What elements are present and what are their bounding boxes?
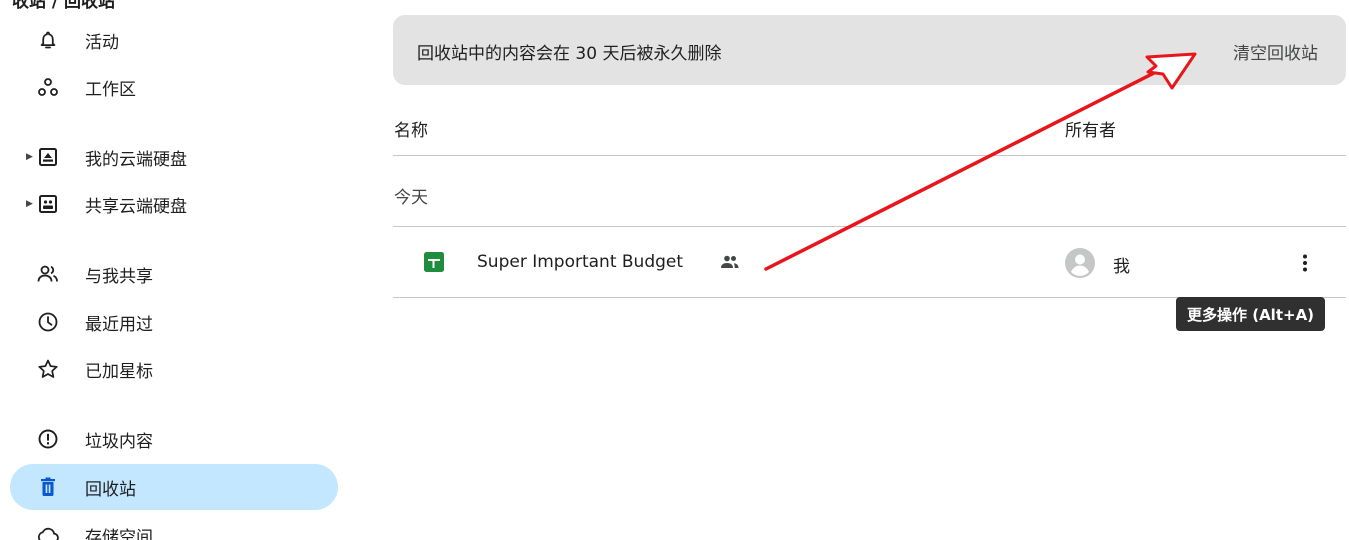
column-header-owner: 所有者 — [1065, 121, 1116, 141]
sidebar-item-label: 已加星标 — [85, 361, 153, 382]
people-icon — [36, 262, 60, 286]
sidebar-item-spam[interactable]: 垃圾内容 — [10, 416, 338, 462]
clock-icon — [36, 310, 60, 334]
sidebar-item-trash[interactable]: 回收站 — [10, 464, 338, 510]
table-row[interactable]: Super Important Budget 我 — [393, 228, 1346, 297]
my-drive-icon — [36, 145, 60, 169]
sidebar-item-my-drive[interactable]: ▶ 我的云端硬盘 — [10, 134, 338, 180]
owner-avatar — [1065, 248, 1095, 278]
shared-people-icon — [720, 254, 740, 273]
sidebar-item-label: 最近用过 — [85, 314, 153, 335]
more-actions-tooltip: 更多操作 (Alt+A) — [1176, 297, 1326, 331]
divider — [393, 226, 1346, 227]
sidebar-item-label: 我的云端硬盘 — [85, 149, 187, 170]
trash-info-banner: 回收站中的内容会在 30 天后被永久删除 清空回收站 — [393, 15, 1346, 85]
caret-right-icon[interactable]: ▶ — [26, 199, 33, 209]
bell-icon — [36, 28, 60, 52]
more-vert-icon — [1303, 254, 1307, 272]
google-sheets-icon — [424, 252, 444, 272]
sidebar-item-activity[interactable]: 活动 — [10, 17, 338, 63]
trash-icon — [36, 475, 60, 499]
divider — [393, 155, 1346, 156]
sidebar-item-label: 回收站 — [85, 479, 136, 500]
sidebar-item-recent[interactable]: 最近用过 — [10, 299, 338, 345]
shared-drives-icon — [36, 192, 60, 216]
sidebar-item-starred[interactable]: 已加星标 — [10, 346, 338, 392]
sidebar-item-shared-drives[interactable]: ▶ 共享云端硬盘 — [10, 181, 338, 227]
sidebar-item-label: 共享云端硬盘 — [85, 196, 187, 217]
file-name: Super Important Budget — [477, 252, 684, 272]
sidebar-item-label: 垃圾内容 — [85, 431, 153, 452]
workspaces-icon — [36, 75, 60, 99]
sidebar-item-shared-with-me[interactable]: 与我共享 — [10, 251, 338, 297]
owner-name: 我 — [1113, 257, 1130, 277]
sidebar-item-label: 活动 — [85, 32, 119, 53]
sidebar-item-label: 存储空间 — [85, 527, 153, 540]
sidebar-item-label: 工作区 — [85, 79, 136, 100]
trash-retention-message: 回收站中的内容会在 30 天后被永久删除 — [417, 44, 722, 64]
sidebar: 活动 工作区 ▶ 我的云端硬盘 ▶ 共享云端硬盘 与我共享 最近用过 已加星标 … — [0, 0, 360, 540]
more-actions-button[interactable] — [1289, 245, 1321, 281]
sidebar-item-workspaces[interactable]: 工作区 — [10, 64, 338, 110]
spam-icon — [36, 427, 60, 451]
column-header-name[interactable]: 名称 — [394, 116, 428, 141]
sidebar-item-storage[interactable]: 存储空间 — [10, 512, 338, 540]
sidebar-item-label: 与我共享 — [85, 266, 153, 287]
star-icon — [36, 357, 60, 381]
group-label-today: 今天 — [394, 188, 428, 208]
caret-right-icon[interactable]: ▶ — [26, 152, 33, 162]
cloud-icon — [36, 523, 60, 540]
empty-trash-button[interactable]: 清空回收站 — [1233, 39, 1318, 64]
